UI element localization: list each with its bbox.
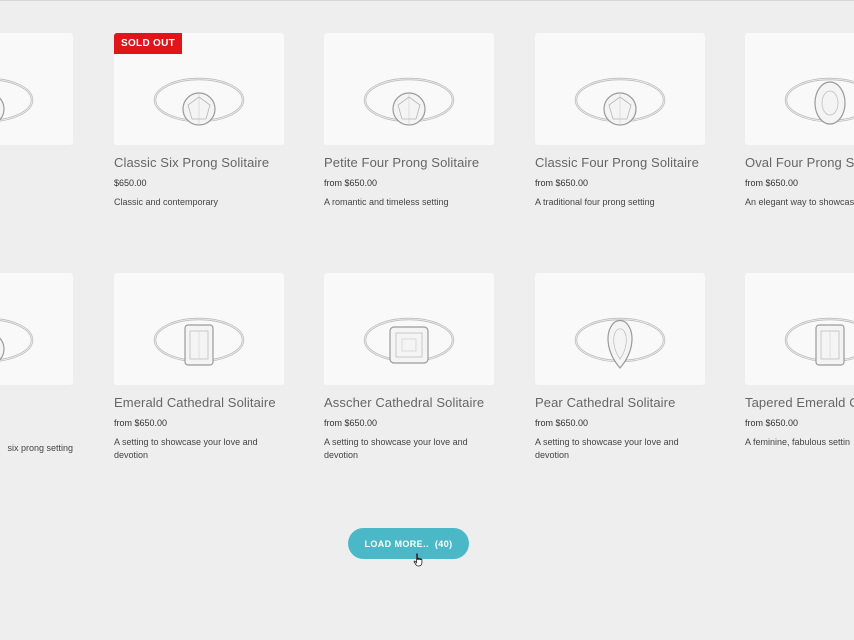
product-description: A feminine, fabulous settin bbox=[745, 437, 851, 447]
product-title[interactable]: Tapered Emerald C Solitaire bbox=[745, 394, 854, 411]
load-more-label: LOAD MORE.. bbox=[364, 538, 429, 549]
product-title[interactable]: Asscher Cathedral Solitaire bbox=[324, 394, 494, 411]
product-image[interactable]: SOLD OUT bbox=[114, 33, 284, 145]
product-price: from $650.00 bbox=[535, 178, 589, 188]
product-card[interactable]: Classic Four Prong Solitaire from $650.00… bbox=[535, 33, 705, 209]
load-more-button[interactable]: LOAD MORE.. (40) bbox=[348, 528, 469, 559]
product-title[interactable]: Emerald Cathedral Solitaire bbox=[114, 394, 284, 411]
hand-pointer-icon bbox=[413, 553, 423, 567]
product-image[interactable] bbox=[535, 273, 705, 385]
product-title[interactable]: Pear Cathedral Solitaire bbox=[535, 394, 705, 411]
load-more-count: (40) bbox=[434, 538, 453, 549]
product-image[interactable] bbox=[0, 33, 73, 145]
product-card[interactable]: olitaire six prong setting bbox=[0, 273, 73, 455]
product-card[interactable]: Pear Cathedral Solitaire from $650.00 A se… bbox=[535, 273, 705, 462]
product-description: An elegant way to showcas shape bbox=[745, 197, 854, 207]
product-price: from $650.00 bbox=[745, 418, 799, 428]
product-image[interactable] bbox=[0, 273, 73, 385]
product-title[interactable]: Petite Four Prong Solitaire bbox=[324, 154, 494, 171]
sold-out-badge: SOLD OUT bbox=[114, 33, 183, 54]
product-image[interactable] bbox=[535, 33, 705, 145]
product-description: A setting to showcase your love and devo… bbox=[114, 437, 258, 460]
product-image[interactable] bbox=[745, 273, 854, 385]
product-title[interactable]: olitaire bbox=[0, 394, 73, 411]
product-description: Classic and contemporary bbox=[114, 197, 219, 207]
product-description: six prong setting bbox=[7, 443, 73, 453]
product-price: from $650.00 bbox=[324, 178, 378, 188]
product-card[interactable]: SOLD OUT Classic Six Prong Solitaire $650.… bbox=[114, 33, 284, 209]
product-description: A romantic and timeless setting bbox=[324, 197, 449, 207]
product-price: from $650.00 bbox=[324, 418, 378, 428]
product-description: A traditional four prong setting bbox=[535, 197, 655, 207]
product-title[interactable]: Oval Four Prong So bbox=[745, 154, 854, 171]
product-card[interactable]: Oval Four Prong So from $650.00 An elegant… bbox=[745, 33, 854, 209]
product-card[interactable]: Asscher Cathedral Solitaire from $650.00 A… bbox=[324, 273, 494, 462]
product-card[interactable]: itaire bbox=[0, 33, 73, 171]
product-card[interactable]: Petite Four Prong Solitaire from $650.00 A… bbox=[324, 33, 494, 209]
product-image[interactable] bbox=[324, 273, 494, 385]
product-price: $650.00 bbox=[114, 178, 147, 188]
product-description: A setting to showcase your love and devo… bbox=[535, 437, 679, 460]
product-price: from $650.00 bbox=[745, 178, 799, 188]
product-price: from $650.00 bbox=[535, 418, 589, 428]
product-image[interactable] bbox=[114, 273, 284, 385]
product-image[interactable] bbox=[324, 33, 494, 145]
product-image[interactable] bbox=[745, 33, 854, 145]
product-title[interactable]: Classic Four Prong Solitaire bbox=[535, 154, 705, 171]
product-card[interactable]: Emerald Cathedral Solitaire from $650.00 A… bbox=[114, 273, 284, 462]
product-description: A setting to showcase your love and devo… bbox=[324, 437, 468, 460]
product-price: from $650.00 bbox=[114, 418, 168, 428]
product-title[interactable]: itaire bbox=[0, 154, 73, 171]
product-title[interactable]: Classic Six Prong Solitaire bbox=[114, 154, 284, 171]
product-card[interactable]: Tapered Emerald C Solitaire from $650.00 A… bbox=[745, 273, 854, 449]
